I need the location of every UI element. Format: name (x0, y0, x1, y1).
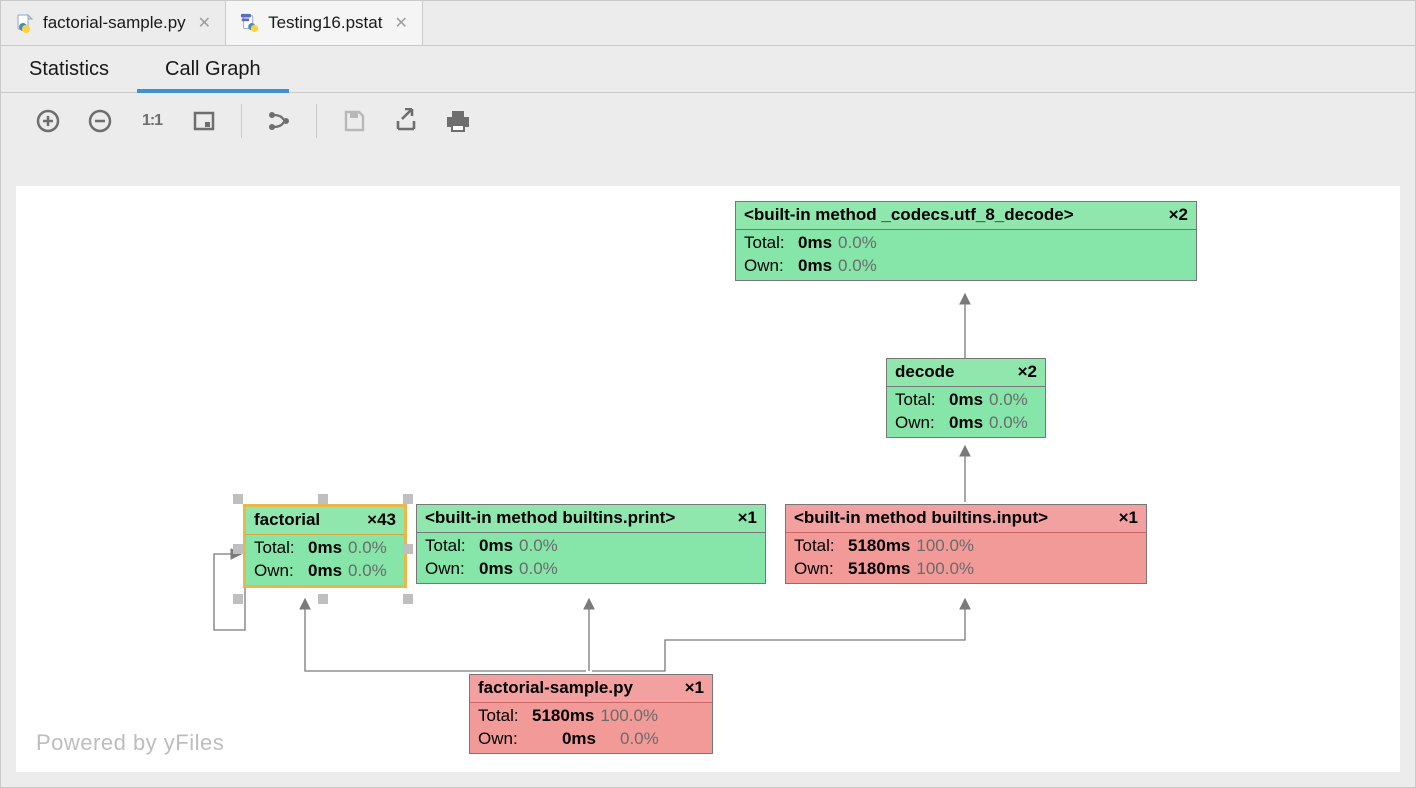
subtab-call-graph[interactable]: Call Graph (137, 46, 289, 92)
tab-testing16[interactable]: Testing16.pstat ✕ (226, 1, 423, 45)
tab-factorial-sample[interactable]: factorial-sample.py ✕ (1, 1, 226, 45)
separator (316, 104, 317, 138)
selection-handle[interactable] (233, 494, 243, 504)
graph-toolbar: 1:1 (1, 93, 1415, 149)
node-decode[interactable]: decode×2 Total:0ms0.0% Own:0ms0.0% (886, 358, 1046, 438)
editor-window: factorial-sample.py ✕ Testing16.pstat ✕ … (0, 0, 1416, 788)
tab-label: Testing16.pstat (268, 13, 382, 33)
separator (241, 104, 242, 138)
close-icon[interactable]: ✕ (198, 13, 211, 33)
close-icon[interactable]: ✕ (394, 13, 407, 33)
selection-handle[interactable] (318, 494, 328, 504)
export-icon[interactable] (391, 106, 421, 136)
selection-handle[interactable] (403, 544, 413, 554)
selection-handle[interactable] (318, 594, 328, 604)
node-factorial[interactable]: factorial×43 Total:0ms0.0% Own:0ms0.0% (243, 504, 407, 588)
node-builtins-input[interactable]: <built-in method builtins.input>×1 Total… (785, 504, 1147, 584)
file-tabstrip: factorial-sample.py ✕ Testing16.pstat ✕ (1, 1, 1415, 46)
subtab-statistics[interactable]: Statistics (1, 46, 137, 92)
actual-size-icon[interactable]: 1:1 (137, 106, 167, 136)
fit-content-icon[interactable] (189, 106, 219, 136)
selection-handle[interactable] (233, 544, 243, 554)
profiler-file-icon (240, 13, 260, 33)
call-graph-canvas[interactable]: <built-in method _codecs.utf_8_decode>×2… (16, 186, 1400, 772)
selection-handle[interactable] (403, 494, 413, 504)
tab-label: factorial-sample.py (43, 13, 186, 33)
profiler-subtabs: Statistics Call Graph (1, 46, 1415, 93)
zoom-out-icon[interactable] (85, 106, 115, 136)
selection-handle[interactable] (403, 594, 413, 604)
print-icon[interactable] (443, 106, 473, 136)
node-root-script[interactable]: factorial-sample.py×1 Total:5180ms100.0%… (469, 674, 713, 754)
selection-handle[interactable] (233, 594, 243, 604)
powered-by-label: Powered by yFiles (36, 730, 224, 756)
python-file-icon (15, 13, 35, 33)
zoom-in-icon[interactable] (33, 106, 63, 136)
layout-icon[interactable] (264, 106, 294, 136)
save-icon[interactable] (339, 106, 369, 136)
node-builtins-print[interactable]: <built-in method builtins.print>×1 Total… (416, 504, 766, 584)
node-utf8-decode[interactable]: <built-in method _codecs.utf_8_decode>×2… (735, 201, 1197, 281)
